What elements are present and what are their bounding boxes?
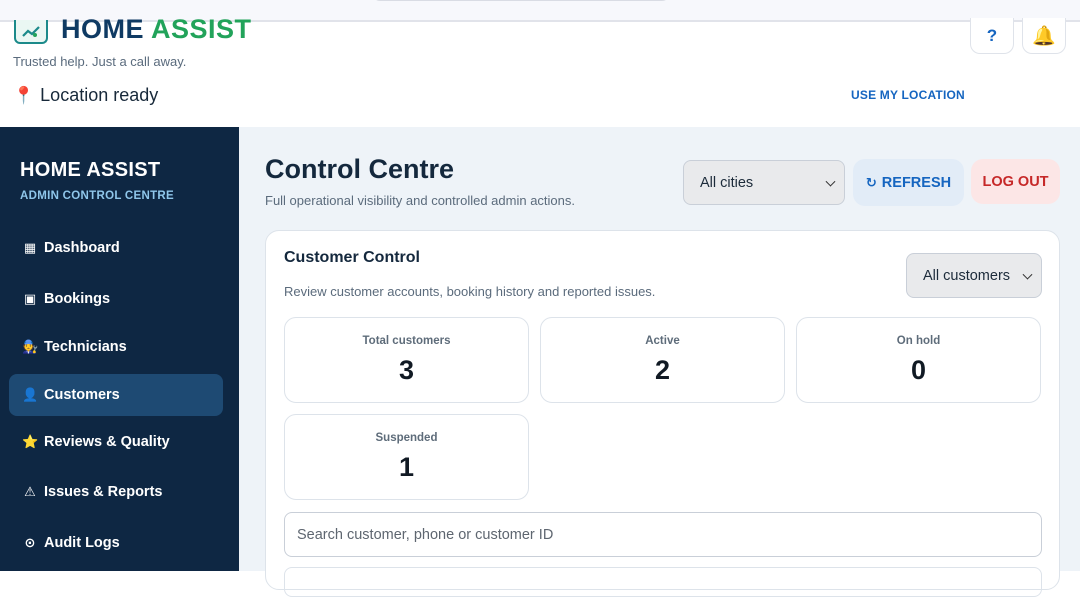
- sidebar-item-reviews[interactable]: ⭐ Reviews & Quality: [9, 421, 223, 463]
- location-text: Location ready: [40, 85, 159, 105]
- location-status: 📍 Location ready: [13, 85, 158, 106]
- customer-list-container: [284, 567, 1042, 597]
- bookings-icon: ▣: [23, 291, 37, 306]
- help-button[interactable]: ?: [970, 18, 1014, 54]
- audit-icon: ⊙: [24, 535, 36, 550]
- address-bar-edge: [372, 0, 670, 1]
- help-icon: ?: [986, 25, 998, 45]
- card-title: Customer Control: [284, 249, 420, 266]
- customer-control-card: Customer Control Review customer account…: [265, 230, 1060, 597]
- sidebar-item-dashboard[interactable]: ▦ Dashboard: [9, 227, 223, 269]
- sidebar-item-audit-logs[interactable]: ⊙ Audit Logs: [9, 522, 223, 564]
- city-filter-select[interactable]: All cities: [683, 160, 845, 205]
- chevron-down-icon: [825, 176, 836, 187]
- brand-part-assist: ASSIST: [151, 14, 252, 44]
- refresh-icon: ↻: [865, 174, 877, 190]
- refresh-label: REFRESH: [881, 174, 952, 191]
- stat-label: Total customers: [362, 335, 451, 347]
- sidebar-item-technicians[interactable]: 🧑‍🔧 Technicians: [9, 326, 223, 368]
- technician-icon: 🧑‍🔧: [22, 339, 39, 354]
- sidebar-item-label: Reviews & Quality: [44, 434, 170, 450]
- sidebar-item-label: Issues & Reports: [44, 484, 163, 500]
- sidebar-item-bookings[interactable]: ▣ Bookings: [9, 278, 223, 320]
- customer-select-value: All customers: [923, 267, 1011, 284]
- customer-filter-select[interactable]: All customers: [906, 253, 1042, 298]
- stat-label: On hold: [896, 335, 941, 347]
- sidebar-item-label: Bookings: [44, 291, 111, 307]
- stat-active: Active 2: [540, 317, 785, 403]
- stat-suspended: Suspended 1: [284, 414, 529, 500]
- use-my-location-button[interactable]: USE MY LOCATION: [851, 88, 965, 102]
- sidebar-item-label: Audit Logs: [44, 535, 120, 551]
- customer-search-input[interactable]: [284, 512, 1042, 557]
- main-content: Control Centre Full operational visibili…: [239, 127, 1080, 597]
- dashboard-icon: ▦: [23, 240, 37, 255]
- stat-label: Suspended: [375, 432, 438, 444]
- stat-value: 3: [398, 355, 415, 385]
- logo-icon: [14, 20, 48, 44]
- stat-value: 0: [910, 355, 927, 385]
- star-icon: ⭐: [22, 434, 39, 449]
- home-chart-icon: [22, 26, 40, 37]
- stat-total-customers: Total customers 3: [284, 317, 529, 403]
- sidebar-subtitle: ADMIN CONTROL CENTRE: [20, 190, 175, 202]
- bell-icon: 🔔: [1032, 25, 1056, 47]
- stat-label: Active: [645, 335, 680, 347]
- brand-name: HOME ASSIST: [61, 14, 252, 44]
- sidebar-item-customers[interactable]: 👤 Customers: [9, 374, 223, 416]
- sidebar-title: HOME ASSIST: [20, 159, 161, 181]
- sidebar-item-label: Customers: [44, 387, 120, 403]
- stat-value: 1: [398, 452, 415, 482]
- stat-value: 2: [654, 355, 671, 385]
- sidebar-item-label: Dashboard: [44, 240, 120, 256]
- sidebar-item-label: Technicians: [44, 339, 127, 355]
- brand-part-home: HOME: [61, 14, 144, 44]
- refresh-button[interactable]: ↻ REFRESH: [853, 159, 964, 206]
- logout-button[interactable]: LOG OUT: [971, 159, 1060, 204]
- sidebar-item-issues[interactable]: ⚠ Issues & Reports: [9, 471, 223, 513]
- warning-icon: ⚠: [24, 484, 36, 499]
- page-subtitle: Full operational visibility and controll…: [265, 193, 575, 208]
- map-pin-icon: 📍: [13, 85, 35, 105]
- admin-sidebar: HOME ASSIST ADMIN CONTROL CENTRE ▦ Dashb…: [0, 127, 239, 571]
- city-select-value: All cities: [700, 174, 754, 191]
- page-title: Control Centre: [265, 154, 454, 184]
- user-icon: 👤: [22, 387, 39, 402]
- app-header: HOME ASSIST Trusted help. Just a call aw…: [0, 14, 1080, 127]
- notifications-button[interactable]: 🔔: [1022, 18, 1066, 54]
- tagline: Trusted help. Just a call away.: [13, 54, 187, 69]
- chevron-down-icon: [1022, 269, 1033, 280]
- card-subtitle: Review customer accounts, booking histor…: [284, 284, 656, 299]
- stat-on-hold: On hold 0: [796, 317, 1041, 403]
